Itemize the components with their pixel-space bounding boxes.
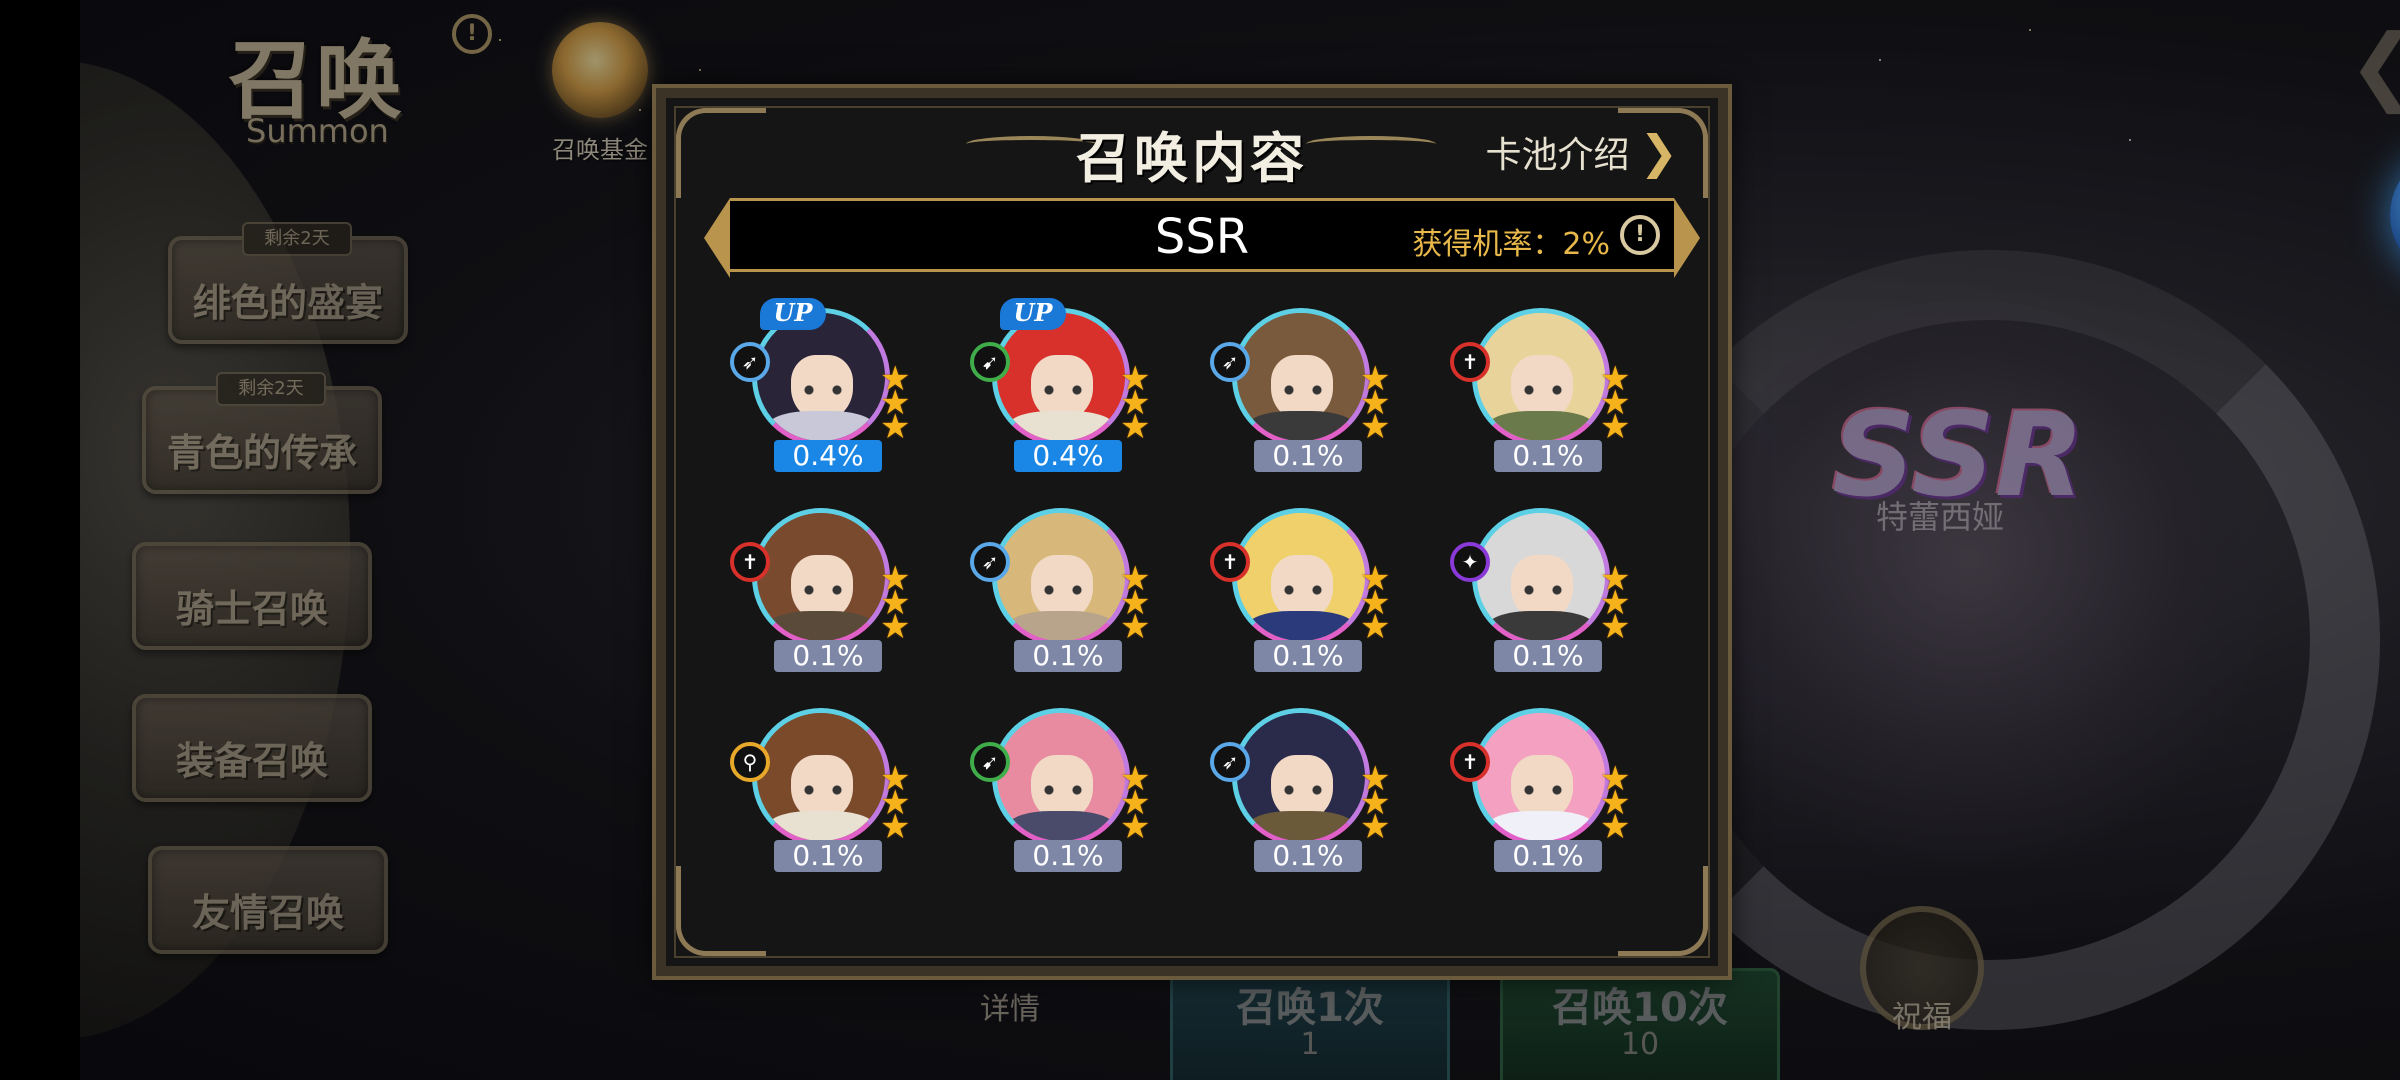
star-icon: ★ — [1360, 607, 1391, 647]
character-card[interactable]: ✝ ★ ★ ★ 0.1% — [1450, 708, 1650, 878]
drop-rate: 0.4% — [1014, 440, 1122, 472]
character-portrait — [1472, 708, 1610, 846]
character-card[interactable]: ✝ ★ ★ ★ 0.1% — [730, 508, 930, 678]
character-portrait — [1232, 708, 1370, 846]
spear-icon: ➶ — [1210, 742, 1250, 782]
character-grid: ➶ ★ ★ ★ 0.4% UP ➹ ★ ★ ★ 0.4% UP ➶ ★ ★ ★ 0.1% ✝ ★ ★ ★ 0.1% ✝ ★ ★ ★… — [720, 298, 1700, 948]
staff-icon: ⚲ — [730, 742, 770, 782]
bow-icon: ➹ — [970, 342, 1010, 382]
spear-icon: ➶ — [730, 342, 770, 382]
character-card[interactable]: ➶ ★ ★ ★ 0.1% — [1210, 308, 1410, 478]
character-portrait — [992, 508, 1130, 646]
character-face — [1237, 713, 1365, 841]
drop-rate: 0.1% — [1014, 640, 1122, 672]
pool-intro-link[interactable]: 卡池介绍 ❯ — [1485, 126, 1678, 178]
rate-info-icon[interactable]: ! — [1620, 215, 1660, 255]
sword-icon: ✝ — [1450, 342, 1490, 382]
character-face — [757, 313, 885, 441]
star-icon: ★ — [880, 807, 911, 847]
character-face — [997, 513, 1125, 641]
character-card[interactable]: ➶ ★ ★ ★ 0.4% UP — [730, 298, 930, 478]
drop-rate: 0.1% — [1254, 440, 1362, 472]
character-face — [1477, 713, 1605, 841]
character-face — [997, 313, 1125, 441]
character-face — [997, 713, 1125, 841]
rate-up-badge: UP — [760, 298, 826, 330]
star-icon: ★ — [1120, 407, 1151, 447]
star-icon: ★ — [1600, 607, 1631, 647]
rate-up-badge: UP — [1000, 298, 1066, 330]
magic-icon: ✦ — [1450, 542, 1490, 582]
character-face — [1477, 313, 1605, 441]
star-icon: ★ — [1120, 807, 1151, 847]
sword-icon: ✝ — [1210, 542, 1250, 582]
character-portrait — [752, 508, 890, 646]
character-portrait — [992, 708, 1130, 846]
drop-rate: 0.4% — [774, 440, 882, 472]
character-face — [757, 513, 885, 641]
character-portrait — [1232, 308, 1370, 446]
rarity-header: SSR 获得机率：2% ! — [704, 198, 1700, 278]
character-face — [1237, 513, 1365, 641]
character-card[interactable]: ➹ ★ ★ ★ 0.1% — [970, 708, 1170, 878]
drop-rate: 0.1% — [1494, 840, 1602, 872]
star-icon: ★ — [1600, 807, 1631, 847]
drop-rate: 0.1% — [1254, 640, 1362, 672]
character-portrait — [752, 708, 890, 846]
drop-rate: 0.1% — [774, 840, 882, 872]
bow-icon: ➹ — [970, 742, 1010, 782]
star-icon: ★ — [880, 607, 911, 647]
character-card[interactable]: ✝ ★ ★ ★ 0.1% — [1210, 508, 1410, 678]
rarity-rate: 获得机率：2% — [1412, 227, 1610, 262]
character-portrait — [1472, 508, 1610, 646]
character-card[interactable]: ➶ ★ ★ ★ 0.1% — [1210, 708, 1410, 878]
character-card[interactable]: ✦ ★ ★ ★ 0.1% — [1450, 508, 1650, 678]
character-card[interactable]: ✝ ★ ★ ★ 0.1% — [1450, 308, 1650, 478]
character-face — [1477, 513, 1605, 641]
drop-rate: 0.1% — [1254, 840, 1362, 872]
star-icon: ★ — [1360, 807, 1391, 847]
character-portrait — [1232, 508, 1370, 646]
sword-icon: ✝ — [730, 542, 770, 582]
character-face — [757, 713, 885, 841]
star-icon: ★ — [880, 407, 911, 447]
character-face — [1237, 313, 1365, 441]
pool-intro-label: 卡池介绍 — [1485, 135, 1630, 176]
drop-rate: 0.1% — [1494, 440, 1602, 472]
chevron-right-icon: ❯ — [1639, 125, 1678, 179]
character-card[interactable]: ⚲ ★ ★ ★ 0.1% — [730, 708, 930, 878]
character-portrait — [1472, 308, 1610, 446]
character-card[interactable]: ➹ ★ ★ ★ 0.4% UP — [970, 298, 1170, 478]
drop-rate: 0.1% — [1494, 640, 1602, 672]
star-icon: ★ — [1600, 407, 1631, 447]
spear-icon: ➶ — [1210, 342, 1250, 382]
star-icon: ★ — [1360, 407, 1391, 447]
character-card[interactable]: ➶ ★ ★ ★ 0.1% — [970, 508, 1170, 678]
drop-rate: 0.1% — [1014, 840, 1122, 872]
sword-icon: ✝ — [1450, 742, 1490, 782]
star-icon: ★ — [1120, 607, 1151, 647]
summon-content-dialog: 召唤内容 卡池介绍 ❯ SSR 获得机率：2% ! ➶ ★ ★ ★ 0.4% UP ➹ ★ ★ ★… — [652, 84, 1732, 980]
spear-icon: ➶ — [970, 542, 1010, 582]
drop-rate: 0.1% — [774, 640, 882, 672]
